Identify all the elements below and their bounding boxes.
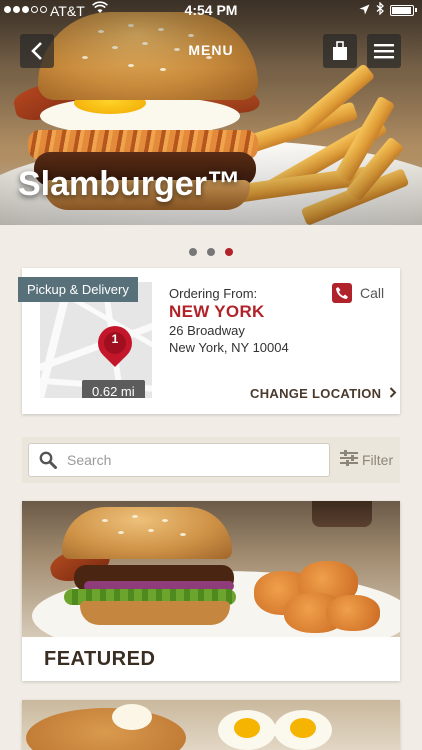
phone-icon — [332, 283, 352, 303]
hamburger-menu-button[interactable] — [367, 34, 401, 68]
featured-title: FEATURED — [44, 648, 156, 670]
hero-title: Slamburger™ — [18, 165, 241, 203]
search-placeholder: Search — [67, 452, 112, 468]
shopping-bag-icon — [333, 41, 347, 60]
chevron-right-icon — [390, 387, 397, 398]
address-line-1: 26 Broadway — [169, 323, 245, 338]
address-line-2: New York, NY 10004 — [169, 340, 289, 355]
call-label: Call — [360, 285, 385, 301]
location-city: NEW YORK — [169, 302, 265, 321]
pager-dot[interactable] — [207, 248, 215, 256]
search-input[interactable]: Search — [28, 443, 330, 477]
change-location-link[interactable]: CHANGE LOCATION — [250, 386, 397, 401]
featured-image — [22, 501, 400, 637]
bluetooth-icon — [376, 1, 384, 18]
call-button[interactable]: Call — [332, 283, 384, 303]
cart-button[interactable] — [323, 34, 357, 68]
location-arrow-icon — [359, 2, 370, 18]
sliders-icon — [340, 450, 358, 469]
featured-card[interactable]: FEATURED — [22, 501, 400, 681]
hamburger-icon — [374, 44, 394, 59]
pager-dot[interactable] — [189, 248, 197, 256]
status-bar: AT&T 4:54 PM — [0, 0, 422, 22]
menu-category-card[interactable] — [22, 700, 400, 750]
carousel-pager[interactable] — [0, 248, 422, 256]
category-image — [22, 700, 400, 750]
distance-badge: 0.62 mi — [82, 380, 145, 398]
hero-banner[interactable]: AT&T 4:54 PM MENU Slamburger™ — [0, 0, 422, 225]
filter-label: Filter — [362, 451, 394, 468]
filter-button[interactable]: Filter — [340, 450, 393, 469]
search-icon — [39, 451, 57, 474]
change-location-label: CHANGE LOCATION — [250, 386, 382, 401]
ordering-from-label: Ordering From: — [169, 286, 258, 301]
pickup-delivery-tag: Pickup & Delivery — [18, 277, 138, 302]
pin-number: 1 — [111, 332, 119, 346]
pager-dot-active[interactable] — [225, 248, 233, 256]
battery-icon — [390, 4, 417, 16]
location-card: 1 0.62 mi Pickup & Delivery Ordering Fro… — [18, 268, 400, 414]
search-bar: Search Filter — [22, 437, 400, 483]
menu-title[interactable]: MENU — [0, 42, 422, 58]
